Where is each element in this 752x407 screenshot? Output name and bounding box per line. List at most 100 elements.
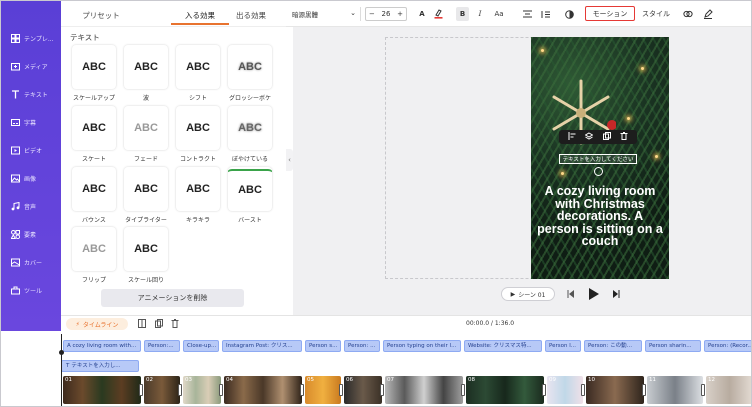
script-clip[interactable]: Person: ... — [344, 340, 380, 352]
opacity-icon[interactable] — [563, 7, 575, 21]
highlight-icon[interactable] — [432, 7, 444, 21]
transition-handle[interactable] — [642, 384, 646, 396]
link-icon[interactable] — [682, 7, 694, 21]
effect-fade[interactable]: ABC フェード — [122, 106, 170, 163]
nav-item-images[interactable]: 画像 — [1, 168, 61, 188]
align-center-icon[interactable] — [521, 7, 533, 21]
nav-item-templates[interactable]: テンプレ... — [1, 28, 61, 48]
effect-burst[interactable]: ABC バースト — [226, 167, 274, 224]
script-clip[interactable]: Person sharin... — [645, 340, 701, 352]
playhead[interactable] — [59, 334, 64, 406]
font-select[interactable]: 暗源黒體 ⌄ — [292, 7, 356, 21]
align-left-icon[interactable] — [568, 132, 576, 142]
effect-scale-up[interactable]: ABC スケールアップ — [70, 45, 118, 102]
video-clip[interactable]: 08 — [466, 376, 544, 404]
skip-forward-icon[interactable] — [612, 290, 620, 300]
pen-icon[interactable] — [702, 7, 714, 21]
script-clip[interactable]: Person s... — [305, 340, 341, 352]
timeline-toggle[interactable]: ⚡ タイムライン — [66, 318, 128, 330]
tab-out-effect[interactable]: 出る効果 — [226, 10, 276, 21]
play-icon[interactable] — [588, 288, 599, 302]
effect-flip[interactable]: ABC フリップ — [70, 227, 118, 284]
tab-in-effect[interactable]: 入る効果 — [171, 10, 229, 21]
transition-handle[interactable] — [300, 384, 304, 396]
motion-button[interactable]: モーション — [585, 6, 635, 21]
effect-scale-spin[interactable]: ABC スケール回り — [122, 227, 170, 284]
script-clip[interactable]: Instagram Post: クリス... — [222, 340, 302, 352]
script-clip[interactable]: Website: クリスマス特... — [464, 340, 542, 352]
style-button[interactable]: スタイル — [641, 7, 671, 21]
video-clip[interactable]: 04 — [224, 376, 302, 404]
script-clip[interactable]: Person l... — [545, 340, 581, 352]
video-clip[interactable]: 03 — [183, 376, 221, 404]
transition-handle[interactable] — [178, 384, 182, 396]
scene-selector[interactable]: ▶ シーン 01 — [501, 287, 555, 301]
script-clip[interactable]: Person typing on their l... — [383, 340, 461, 352]
nav-item-tools[interactable]: ツール — [1, 280, 61, 300]
effect-bounce[interactable]: ABC バウンス — [70, 167, 118, 224]
remove-animation-button[interactable]: アニメーションを削除 — [101, 289, 244, 307]
transition-handle[interactable] — [581, 384, 585, 396]
nav-item-media[interactable]: メディア — [1, 56, 61, 76]
video-clip[interactable]: 02 — [144, 376, 180, 404]
rotate-handle-icon[interactable] — [594, 167, 603, 176]
effect-shift[interactable]: ABC シフト — [174, 45, 222, 102]
tab-preset[interactable]: プリセット — [75, 10, 127, 21]
effect-typewriter[interactable]: ABC タイプライター — [122, 167, 170, 224]
video-clip[interactable]: 09 — [547, 376, 583, 404]
transition-handle[interactable] — [339, 384, 343, 396]
video-clip[interactable]: 11 — [647, 376, 703, 404]
nav-item-video[interactable]: ビデオ — [1, 140, 61, 160]
canvas-area: テキストを入力してください A cozy living room with Ch… — [293, 27, 751, 315]
text-input-placeholder[interactable]: テキストを入力してください — [559, 154, 637, 164]
caption-text[interactable]: A cozy living room with Christmas decora… — [537, 185, 663, 248]
transition-handle[interactable] — [701, 384, 705, 396]
text-track-clip[interactable]: T テキストを入力し... — [61, 360, 139, 372]
effect-skate[interactable]: ABC スケート — [70, 106, 118, 163]
script-clip[interactable]: Person: (Recor... — [704, 340, 751, 352]
transition-handle[interactable] — [219, 384, 223, 396]
script-clip[interactable]: A cozy living room with... — [63, 340, 141, 352]
video-clip[interactable]: 06 — [344, 376, 382, 404]
video-clip[interactable]: 01 — [63, 376, 141, 404]
copy-icon[interactable] — [155, 319, 163, 330]
effect-wave[interactable]: ABC 波 — [122, 45, 170, 102]
layers-icon[interactable] — [584, 132, 594, 142]
nav-item-cover[interactable]: カバー — [1, 252, 61, 272]
spacing-icon[interactable] — [539, 7, 551, 21]
case-button[interactable]: Aa — [491, 7, 507, 21]
transition-handle[interactable] — [542, 384, 546, 396]
playhead-knob[interactable] — [59, 350, 64, 355]
effect-contract[interactable]: ABC コントラクト — [174, 106, 222, 163]
script-clip[interactable]: Close-up... — [183, 340, 219, 352]
video-preview[interactable]: テキストを入力してください A cozy living room with Ch… — [531, 37, 669, 279]
script-clip[interactable]: Person:... — [144, 340, 180, 352]
text-color-button[interactable]: A — [416, 7, 428, 21]
nav-item-elements[interactable]: 要素 — [1, 224, 61, 244]
video-clip[interactable]: 12 — [706, 376, 751, 404]
plus-icon[interactable]: + — [397, 10, 403, 18]
collapse-panel-handle[interactable]: ‹ — [286, 149, 293, 171]
font-size-stepper[interactable]: − 26 + — [365, 7, 407, 21]
video-clip[interactable]: 10 — [586, 376, 644, 404]
italic-button[interactable]: I — [474, 7, 486, 21]
duplicate-icon[interactable] — [602, 132, 611, 142]
video-clip[interactable]: 07 — [385, 376, 463, 404]
video-clip[interactable]: 05 — [305, 376, 341, 404]
script-clip[interactable]: Person: この動… — [584, 340, 642, 352]
effect-blur[interactable]: ABC ぼやけている — [226, 106, 274, 163]
transition-handle[interactable] — [139, 384, 143, 396]
skip-back-icon[interactable] — [567, 290, 575, 300]
transition-handle[interactable] — [461, 384, 465, 396]
effect-glossy-bokeh[interactable]: ABC グロッシーボケ — [226, 45, 274, 102]
transition-handle[interactable] — [380, 384, 384, 396]
nav-item-audio[interactable]: 音声 — [1, 196, 61, 216]
trash-icon[interactable] — [620, 132, 628, 142]
nav-item-text[interactable]: テキスト — [1, 84, 61, 104]
minus-icon[interactable]: − — [369, 10, 375, 18]
nav-item-subtitles[interactable]: 字幕 — [1, 112, 61, 132]
delete-icon[interactable] — [171, 319, 179, 330]
effect-sparkle[interactable]: ABC キラキラ — [174, 167, 222, 224]
split-icon[interactable] — [138, 319, 146, 330]
bold-button[interactable]: B — [456, 7, 469, 21]
